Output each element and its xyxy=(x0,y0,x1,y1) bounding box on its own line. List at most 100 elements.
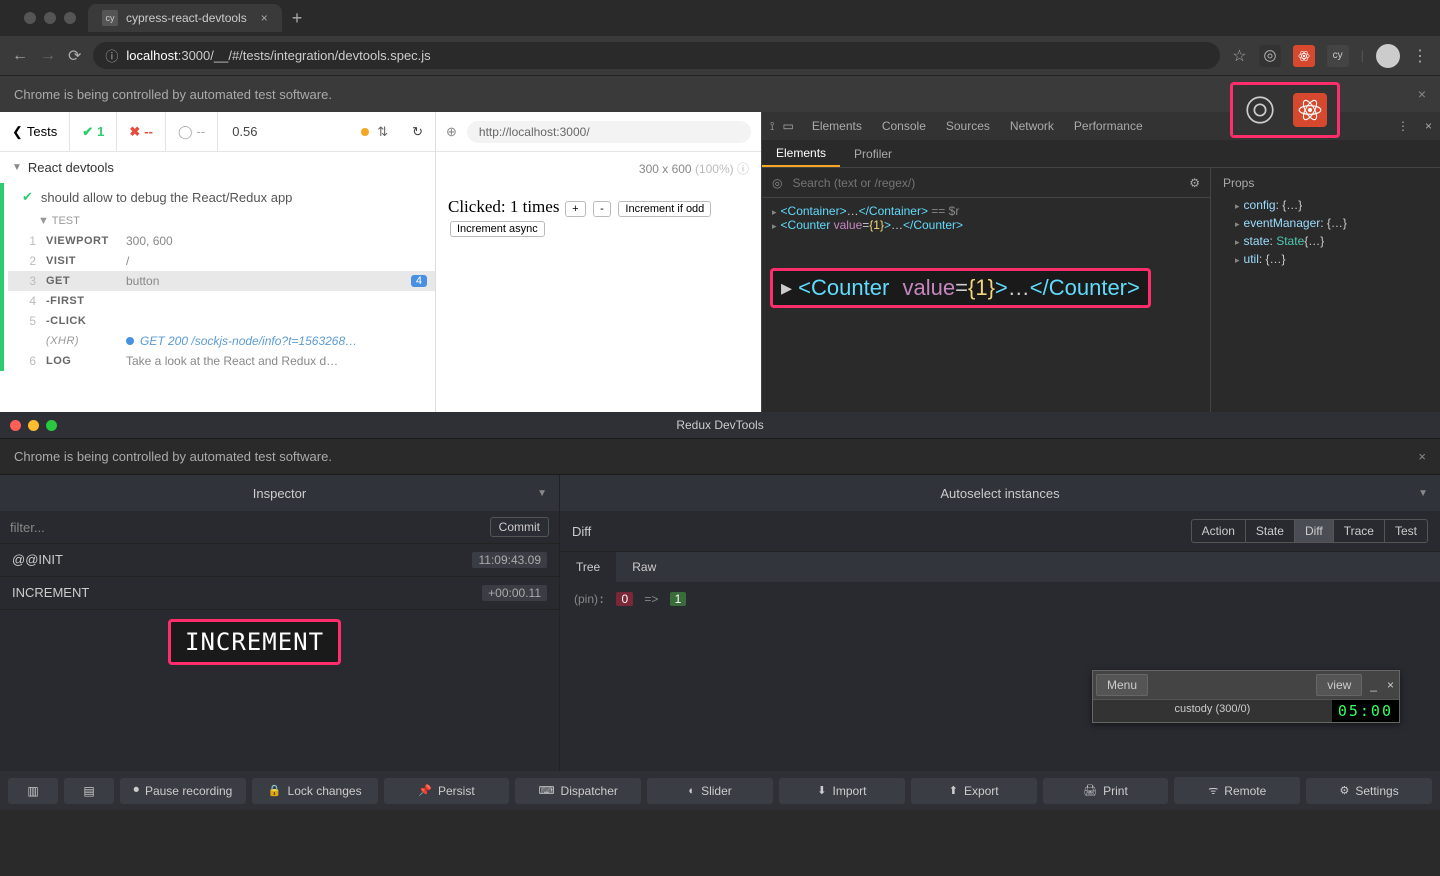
overlay-close-icon[interactable]: × xyxy=(1382,678,1399,692)
close-tab-icon[interactable]: × xyxy=(261,11,268,25)
max-dot[interactable] xyxy=(64,12,76,24)
back-icon[interactable]: ← xyxy=(12,47,28,65)
redux-min-dot[interactable] xyxy=(28,420,39,431)
test-row[interactable]: ✔should allow to debug the React/Redux a… xyxy=(0,183,435,211)
redux-max-dot[interactable] xyxy=(46,420,57,431)
command-row[interactable]: (XHR)GET 200 /sockjs-node/info?t=1563268… xyxy=(8,331,435,351)
command-row[interactable]: 5-CLICK xyxy=(8,311,435,331)
action-filter-input[interactable]: filter... xyxy=(10,520,45,535)
settings-button[interactable]: ⚙Settings xyxy=(1306,778,1432,804)
pause-recording-button[interactable]: ⏺Pause recording xyxy=(120,778,246,804)
devtools-tab[interactable]: Console xyxy=(872,119,936,133)
redux-traffic-lights[interactable] xyxy=(0,420,67,431)
prop-row[interactable]: ▸util: {…} xyxy=(1223,250,1428,268)
react-elements-tab[interactable]: Elements xyxy=(762,140,840,167)
pass-count: ✔1 xyxy=(70,112,117,151)
commit-button[interactable]: Commit xyxy=(490,517,549,537)
increment-odd-button[interactable]: Increment if odd xyxy=(618,201,711,217)
devtools-tab[interactable]: Network xyxy=(1000,119,1064,133)
devtools-tab[interactable]: Performance xyxy=(1064,119,1153,133)
inspector-dropdown[interactable]: Inspector▼ xyxy=(0,475,560,511)
annotation-counter-highlight: ▸ <Counter value={1}>…</Counter> xyxy=(770,268,1151,308)
redux-devtools-big-icon xyxy=(1293,93,1327,127)
instances-dropdown[interactable]: Autoselect instances▼ xyxy=(560,475,1440,511)
devtools-close-icon[interactable]: × xyxy=(1417,119,1440,133)
lock-changes-button[interactable]: 🔒Lock changes xyxy=(252,778,378,804)
redux-close-dot[interactable] xyxy=(10,420,21,431)
traffic-lights[interactable] xyxy=(12,4,88,32)
redux-devtools-ext-icon[interactable] xyxy=(1293,45,1315,67)
react-devtools-ext-icon[interactable] xyxy=(1259,45,1281,67)
view-tab[interactable]: Diff xyxy=(1295,520,1334,542)
dispatcher-button[interactable]: ⌨Dispatcher xyxy=(515,778,641,804)
tab-favicon: cy xyxy=(102,10,118,26)
view-tab[interactable]: Action xyxy=(1192,520,1246,542)
persist-button[interactable]: 📌Persist xyxy=(384,778,510,804)
overlay-timer: 05:00 xyxy=(1332,700,1399,722)
export-button[interactable]: ⬆Export xyxy=(911,778,1037,804)
reload-icon[interactable]: ⟳ xyxy=(68,46,81,66)
print-button[interactable]: 🖨Print xyxy=(1043,778,1169,804)
close-banner-icon[interactable]: × xyxy=(1418,86,1426,102)
kebab-menu-icon[interactable]: ⋮ xyxy=(1412,46,1428,66)
diff-subtab[interactable]: Raw xyxy=(616,552,672,582)
forward-icon[interactable]: → xyxy=(40,47,56,65)
action-row[interactable]: @@INIT11:09:43.09 xyxy=(0,544,559,577)
component-search-input[interactable] xyxy=(792,176,1179,190)
overlay-menu-button[interactable]: Menu xyxy=(1096,674,1148,696)
profile-avatar[interactable] xyxy=(1376,44,1400,68)
url-bar[interactable]: ⓘ localhost:3000/__/#/tests/integration/… xyxy=(93,42,1220,69)
view-tab[interactable]: Test xyxy=(1385,520,1427,542)
command-row[interactable]: 4-FIRST xyxy=(8,291,435,311)
slider-button[interactable]: ◐Slider xyxy=(647,778,773,804)
command-row[interactable]: 2VISIT/ xyxy=(8,251,435,271)
status-dot-icon xyxy=(361,128,369,136)
close-dot[interactable] xyxy=(24,12,36,24)
diff-subtab[interactable]: Tree xyxy=(560,552,616,582)
rerun-button[interactable]: ↻ xyxy=(400,124,435,140)
sort-icon[interactable]: ⇅ xyxy=(377,124,388,140)
selector-playground-icon[interactable]: ⊕ xyxy=(446,124,457,140)
star-icon[interactable]: ☆ xyxy=(1232,46,1246,66)
overlay-panel: Menu view _ × custody (300/0) 05:00 xyxy=(1092,670,1400,723)
settings-gear-icon[interactable]: ⚙ xyxy=(1189,176,1200,190)
action-row[interactable]: INCREMENT+00:00.11 xyxy=(0,577,559,610)
cypress-ext-icon[interactable]: cy xyxy=(1327,45,1349,67)
overlay-view-button[interactable]: view xyxy=(1316,674,1362,696)
devtools-more-icon[interactable]: ⋮ xyxy=(1389,119,1417,133)
layout-left-icon[interactable]: ▥ xyxy=(8,778,58,804)
view-tab[interactable]: Trace xyxy=(1334,520,1385,542)
inspect-element-icon[interactable]: ⟟ xyxy=(770,119,774,134)
new-tab-button[interactable]: + xyxy=(292,8,303,29)
props-header: Props xyxy=(1223,176,1428,190)
redux-close-banner-icon[interactable]: × xyxy=(1418,449,1426,464)
info-icon[interactable]: ⓘ xyxy=(105,46,118,65)
prop-row[interactable]: ▸state: State{…} xyxy=(1223,232,1428,250)
browser-tab[interactable]: cy cypress-react-devtools × xyxy=(88,4,282,32)
command-row[interactable]: 3GETbutton4 xyxy=(8,271,435,291)
remote-button[interactable]: ᯤRemote xyxy=(1174,777,1300,804)
prop-row[interactable]: ▸config: {…} xyxy=(1223,196,1428,214)
component-tree[interactable]: ▸<Container>…</Container> == $r ▸<Counte… xyxy=(762,198,1210,412)
overlay-min-icon[interactable]: _ xyxy=(1365,678,1382,692)
increment-async-button[interactable]: Increment async xyxy=(450,221,545,237)
import-button[interactable]: ⬇Import xyxy=(779,778,905,804)
view-tab[interactable]: State xyxy=(1246,520,1295,542)
command-row[interactable]: 6LOGTake a look at the React and Redux d… xyxy=(8,351,435,371)
layout-bottom-icon[interactable]: ▤ xyxy=(64,778,114,804)
increment-button[interactable]: + xyxy=(565,201,585,217)
tests-back-button[interactable]: ❮Tests xyxy=(0,112,70,151)
devtools-tab[interactable]: Sources xyxy=(936,119,1000,133)
devtools-tab[interactable]: Elements xyxy=(802,119,872,133)
target-icon[interactable]: ◎ xyxy=(772,176,782,190)
suite-row[interactable]: ▼React devtools xyxy=(0,152,435,183)
react-profiler-tab[interactable]: Profiler xyxy=(840,140,906,167)
device-toolbar-icon[interactable]: ▭ xyxy=(782,119,793,134)
prop-row[interactable]: ▸eventManager: {…} xyxy=(1223,214,1428,232)
diff-content: (pin): 0 => 1 xyxy=(560,582,1440,616)
decrement-button[interactable]: - xyxy=(593,201,611,217)
min-dot[interactable] xyxy=(44,12,56,24)
test-section-label: ▼ TEST xyxy=(8,211,435,231)
annotation-extensions-highlight xyxy=(1230,82,1340,138)
command-row[interactable]: 1VIEWPORT300, 600 xyxy=(8,231,435,251)
